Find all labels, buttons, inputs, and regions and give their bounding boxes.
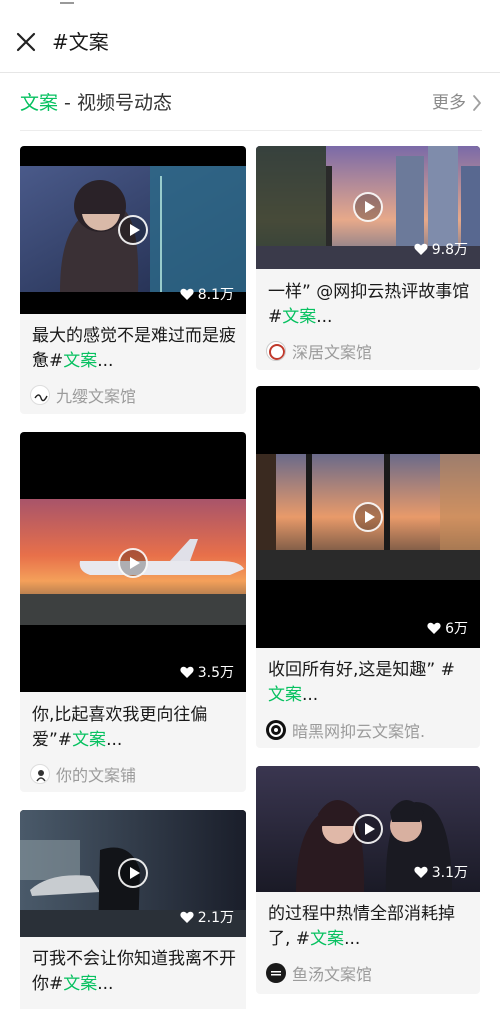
play-icon <box>118 858 148 888</box>
caption-hashtag[interactable]: 文案 <box>63 351 97 371</box>
like-count-value: 3.5万 <box>197 665 234 681</box>
heart-icon <box>414 243 428 255</box>
like-count: 6万 <box>427 618 468 638</box>
caption-hashtag[interactable]: 文案 <box>268 685 302 705</box>
caption-ellipsis: ... <box>316 307 333 327</box>
divider <box>0 72 500 73</box>
like-count-value: 3.1万 <box>431 865 468 881</box>
author-name: 你的文案铺 <box>56 766 137 785</box>
video-thumbnail[interactable]: 2.1万 <box>20 810 246 937</box>
video-caption: 你,比起喜欢我更向往偏爱”#文案... <box>32 703 236 753</box>
page-title: #文案 <box>52 30 109 54</box>
caption-text: 的过程中热情全部消耗掉了, # <box>268 904 455 949</box>
caption-ellipsis: ... <box>302 685 319 705</box>
heart-icon <box>427 622 441 634</box>
like-count-value: 6万 <box>445 621 468 637</box>
play-icon <box>118 215 148 245</box>
author[interactable]: 深居文案馆 <box>266 340 472 362</box>
caption-ellipsis: ... <box>344 929 361 949</box>
avatar <box>266 963 286 983</box>
heart-icon <box>414 866 428 878</box>
avatar <box>266 341 286 361</box>
author[interactable]: 鱼汤文案馆 <box>266 962 472 984</box>
author-name: 九缨文案馆 <box>56 387 137 406</box>
close-button[interactable] <box>14 30 38 54</box>
like-count: 8.1万 <box>180 284 234 304</box>
video-thumbnail[interactable]: 3.5万 <box>20 432 246 692</box>
author[interactable]: 你的文案铺 <box>30 763 238 785</box>
video-caption: 最大的感觉不是难过而是疲惫#文案... <box>32 324 236 374</box>
more-label: 更多 <box>432 93 466 113</box>
caption-hashtag[interactable]: 文案 <box>72 730 106 750</box>
heart-icon <box>180 666 194 678</box>
video-card[interactable]: 9.8万 一样” @网抑云热评故事馆#文案... 深居文案馆 <box>256 146 480 370</box>
section-title: 文案 - 视频号动态 <box>20 90 172 116</box>
status-bar-remnant <box>60 0 74 4</box>
like-count-value: 2.1万 <box>197 910 234 926</box>
video-card[interactable]: 2.1万 可我不会让你知道我离不开你#文案... <box>20 810 246 1009</box>
like-count-value: 9.8万 <box>431 242 468 258</box>
caption-hashtag[interactable]: 文案 <box>63 974 97 994</box>
video-thumbnail[interactable]: 3.1万 <box>256 766 480 892</box>
video-caption: 可我不会让你知道我离不开你#文案... <box>32 947 236 997</box>
author-name: 鱼汤文案馆 <box>292 965 373 984</box>
more-button[interactable]: 更多 <box>432 90 482 116</box>
caption-ellipsis: ... <box>106 730 123 750</box>
video-thumbnail[interactable]: 6万 <box>256 386 480 648</box>
video-card[interactable]: 3.1万 的过程中热情全部消耗掉了, #文案... 鱼汤文案馆 <box>256 766 480 994</box>
video-caption: 的过程中热情全部消耗掉了, #文案... <box>268 902 470 952</box>
play-icon <box>118 548 148 578</box>
caption-text: 收回所有好,这是知趣” # <box>268 660 455 680</box>
video-caption: 一样” @网抑云热评故事馆#文案... <box>268 280 470 330</box>
like-count: 3.5万 <box>180 662 234 682</box>
caption-ellipsis: ... <box>97 351 114 371</box>
avatar <box>266 720 286 740</box>
author-name: 深居文案馆 <box>292 343 373 362</box>
author-name: 暗黑网抑云文案馆. <box>292 722 426 741</box>
section-subtitle: - 视频号动态 <box>58 92 172 114</box>
video-thumbnail[interactable]: 8.1万 <box>20 146 246 314</box>
caption-hashtag[interactable]: 文案 <box>310 929 344 949</box>
play-icon <box>353 192 383 222</box>
video-card[interactable]: 8.1万 最大的感觉不是难过而是疲惫#文案... 九缨文案馆 <box>20 146 246 414</box>
section-keyword: 文案 <box>20 92 59 114</box>
close-icon <box>16 32 36 52</box>
heart-icon <box>180 911 194 923</box>
like-count: 3.1万 <box>414 862 468 882</box>
heart-icon <box>180 288 194 300</box>
play-icon <box>353 502 383 532</box>
video-card[interactable]: 6万 收回所有好,这是知趣” # 文案... 暗黑网抑云文案馆. <box>256 386 480 748</box>
divider <box>20 130 482 131</box>
avatar <box>30 764 50 784</box>
caption-hashtag[interactable]: 文案 <box>282 307 316 327</box>
section-header: 文案 - 视频号动态 更多 <box>20 88 482 120</box>
author[interactable]: 九缨文案馆 <box>30 384 238 406</box>
chevron-right-icon <box>473 95 481 111</box>
video-thumbnail[interactable]: 9.8万 <box>256 146 480 269</box>
like-count: 2.1万 <box>180 907 234 927</box>
like-count-value: 8.1万 <box>197 287 234 303</box>
top-bar: #文案 <box>0 14 500 70</box>
play-icon <box>353 814 383 844</box>
like-count: 9.8万 <box>414 239 468 259</box>
avatar <box>30 385 50 405</box>
video-caption: 收回所有好,这是知趣” # 文案... <box>268 658 470 708</box>
author[interactable]: 暗黑网抑云文案馆. <box>266 719 472 741</box>
caption-ellipsis: ... <box>97 974 114 994</box>
video-card[interactable]: 3.5万 你,比起喜欢我更向往偏爱”#文案... 你的文案铺 <box>20 432 246 792</box>
